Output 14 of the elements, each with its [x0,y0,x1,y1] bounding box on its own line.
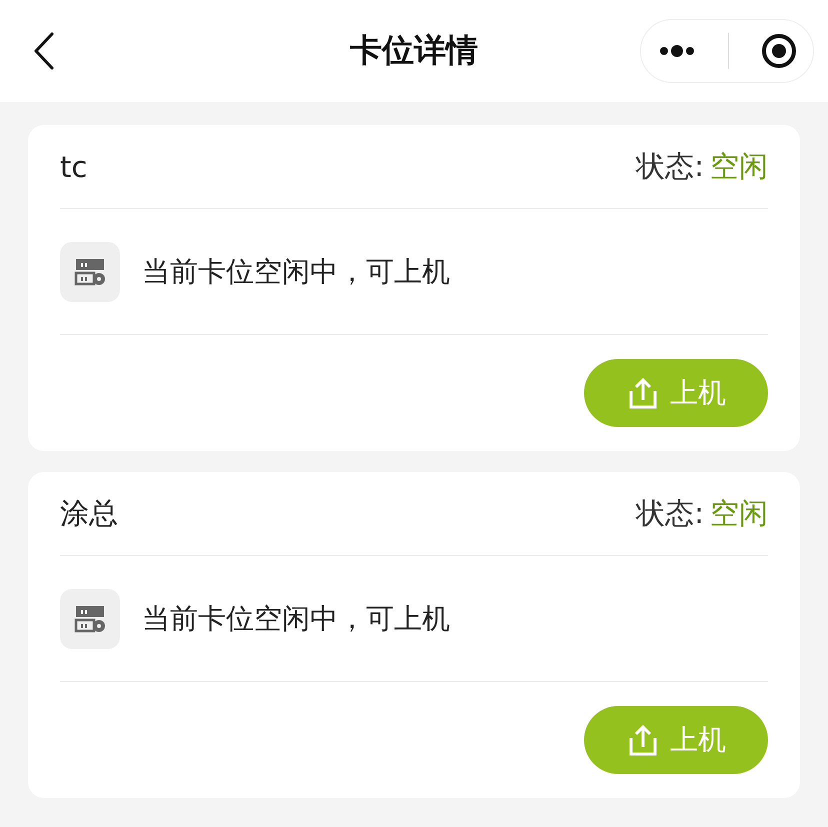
board-button[interactable]: 上机 [584,359,768,427]
board-button[interactable]: 上机 [584,706,768,774]
slot-name: tc [60,150,88,184]
slot-name: 涂总 [60,494,118,532]
machine-icon [60,588,120,648]
status-value: 空闲 [710,494,768,532]
back-icon[interactable] [33,32,55,70]
status-label: 状态: [636,494,704,532]
slot-message: 当前卡位空闲中，可上机 [142,254,450,290]
slot-message: 当前卡位空闲中，可上机 [142,600,450,636]
machine-icon [60,242,120,302]
page-title: 卡位详情 [350,30,478,71]
status-label: 状态: [636,148,704,184]
status-value: 空闲 [710,148,768,184]
